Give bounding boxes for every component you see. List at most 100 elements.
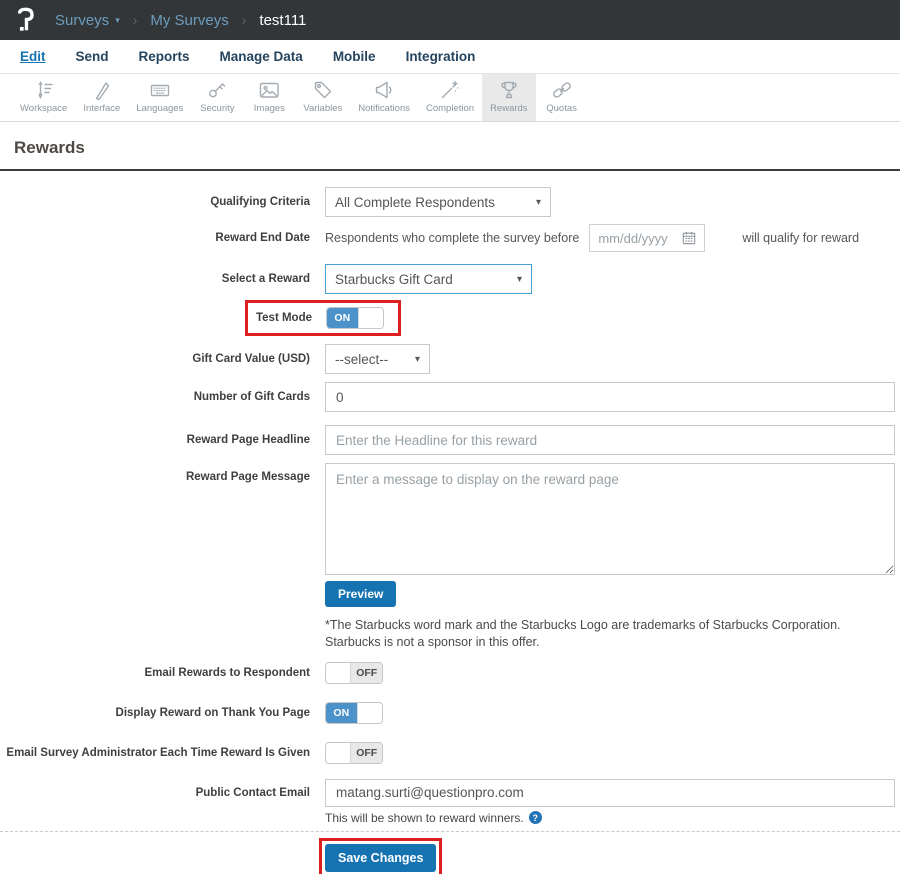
breadcrumb-survey-name: test111 (259, 11, 307, 29)
tag-icon (314, 81, 331, 99)
help-icon[interactable]: ? (528, 811, 542, 825)
gift-card-value-row: Gift Card Value (USD) --select-- (0, 344, 900, 374)
tab-mobile[interactable]: Mobile (333, 49, 376, 64)
selected-value: Starbucks Gift Card (335, 271, 453, 287)
starbucks-disclaimer: *The Starbucks word mark and the Starbuc… (325, 618, 841, 649)
selected-value: --select-- (335, 351, 389, 367)
field-label: Reward Page Message (185, 471, 310, 483)
email-admin-row: Email Survey Administrator Each Time Rew… (0, 741, 900, 764)
toolbar-item-interface[interactable]: Interface (75, 74, 128, 121)
key-icon (209, 83, 226, 98)
public-contact-email-row: Public Contact Email (0, 778, 900, 807)
field-label: Qualifying Criteria (210, 196, 310, 208)
toolbar-label: Interface (83, 103, 121, 114)
brush-icon (95, 82, 110, 101)
image-icon (260, 82, 280, 98)
tab-reports[interactable]: Reports (139, 49, 190, 64)
toggle-state-label: OFF (351, 742, 382, 763)
toolbar-item-images[interactable]: Images (243, 74, 295, 121)
toggle-state-label: ON (326, 702, 357, 723)
calendar-icon[interactable] (682, 231, 696, 245)
date-suffix-text: will qualify for reward (742, 231, 860, 245)
toolbar-item-security[interactable]: Security (191, 74, 243, 121)
megaphone-icon (375, 81, 392, 99)
tab-edit[interactable]: Edit (20, 49, 46, 64)
breadcrumb-my-surveys[interactable]: My Surveys (150, 12, 228, 29)
tab-integration[interactable]: Integration (406, 49, 476, 64)
toolbar-label: Completion (426, 103, 475, 114)
main-nav: Edit Send Reports Manage Data Mobile Int… (0, 40, 900, 74)
display-reward-row: Display Reward on Thank You Page ON (0, 701, 900, 724)
selected-value: All Complete Respondents (335, 194, 495, 210)
chain-icon (552, 82, 571, 98)
number-of-gift-cards-input[interactable] (325, 382, 895, 412)
page-title: Rewards (14, 138, 85, 157)
toolbar-item-workspace[interactable]: Workspace (12, 74, 75, 121)
toolbar-label: Quotas (546, 103, 577, 114)
breadcrumb-surveys[interactable]: Surveys (55, 12, 109, 29)
gift-card-value-select[interactable]: --select-- (325, 344, 430, 374)
toolbar-label: Languages (136, 103, 184, 114)
edit-toolbar: Workspace Interface Languages Security I… (0, 74, 900, 122)
toolbar-label: Workspace (20, 103, 68, 114)
toolbar-item-languages[interactable]: Languages (128, 74, 191, 121)
email-rewards-toggle[interactable]: OFF (325, 661, 383, 684)
helper-label: This will be shown to reward winners. (325, 810, 524, 825)
reward-page-message-textarea[interactable] (325, 463, 895, 575)
reward-page-message-row: Reward Page Message (0, 463, 900, 575)
toolbar-item-variables[interactable]: Variables (295, 74, 350, 121)
public-contact-email-input[interactable] (325, 778, 895, 807)
toolbar-item-completion[interactable]: Completion (418, 74, 482, 121)
preview-row: Preview (0, 581, 900, 607)
toolbar-label: Variables (303, 103, 343, 114)
date-placeholder: mm/dd/yyyy (598, 230, 668, 246)
field-label: Number of Gift Cards (193, 391, 310, 403)
test-mode-annotation-rect: Test Mode ON (245, 300, 401, 336)
keyboard-icon (150, 84, 170, 97)
tab-manage-data[interactable]: Manage Data (220, 49, 303, 64)
reward-page-headline-input[interactable] (325, 425, 895, 455)
display-reward-toggle[interactable]: ON (325, 701, 383, 724)
date-prefix-text: Respondents who complete the survey befo… (325, 231, 580, 245)
toggle-knob (326, 662, 352, 683)
breadcrumb-separator: › (241, 12, 247, 28)
field-label: Email Rewards to Respondent (144, 666, 310, 679)
top-bar: Surveys ▾ › My Surveys › test111 (0, 0, 900, 40)
field-label: Email Survey Administrator Each Time Rew… (6, 746, 310, 759)
test-mode-toggle[interactable]: ON (326, 307, 384, 329)
email-rewards-row: Email Rewards to Respondent OFF (0, 661, 900, 684)
toggle-knob (357, 308, 383, 328)
wand-icon (441, 80, 459, 99)
tab-send[interactable]: Send (76, 49, 109, 64)
pen-list-icon (38, 81, 53, 99)
toolbar-label: Rewards (490, 103, 528, 114)
reward-page-headline-row: Reward Page Headline (0, 425, 900, 455)
toolbar-item-quotas[interactable]: Quotas (536, 74, 588, 121)
field-label: Display Reward on Thank You Page (115, 706, 310, 719)
toolbar-item-notifications[interactable]: Notifications (350, 74, 418, 121)
preview-button[interactable]: Preview (325, 581, 397, 607)
qualifying-criteria-select[interactable]: All Complete Respondents (325, 187, 551, 217)
field-label: Reward End Date (215, 232, 310, 244)
email-helper-text: This will be shown to reward winners. ? (325, 811, 900, 825)
select-reward-row: Select a Reward Starbucks Gift Card (0, 264, 900, 294)
toolbar-label: Notifications (358, 103, 410, 114)
qualifying-criteria-row: Qualifying Criteria All Complete Respond… (0, 187, 900, 217)
questionpro-logo[interactable] (13, 6, 39, 34)
email-admin-toggle[interactable]: OFF (325, 741, 383, 764)
field-label: Reward Page Headline (186, 434, 310, 446)
toggle-knob (326, 742, 352, 763)
number-of-gift-cards-row: Number of Gift Cards (0, 382, 900, 412)
toolbar-label: Images (253, 103, 285, 114)
chevron-down-icon[interactable]: ▾ (115, 15, 120, 26)
toggle-state-label: OFF (351, 662, 382, 683)
toggle-state-label: ON (327, 308, 358, 328)
reward-end-date-input[interactable]: mm/dd/yyyy (589, 224, 706, 252)
field-label: Gift Card Value (USD) (192, 353, 310, 365)
breadcrumb-separator: › (132, 12, 138, 28)
toolbar-item-rewards[interactable]: Rewards (482, 74, 536, 121)
select-reward-select[interactable]: Starbucks Gift Card (325, 264, 532, 294)
save-changes-button[interactable]: Save Changes (325, 843, 437, 872)
field-label: Public Contact Email (195, 786, 310, 799)
toolbar-label: Security (200, 103, 235, 114)
